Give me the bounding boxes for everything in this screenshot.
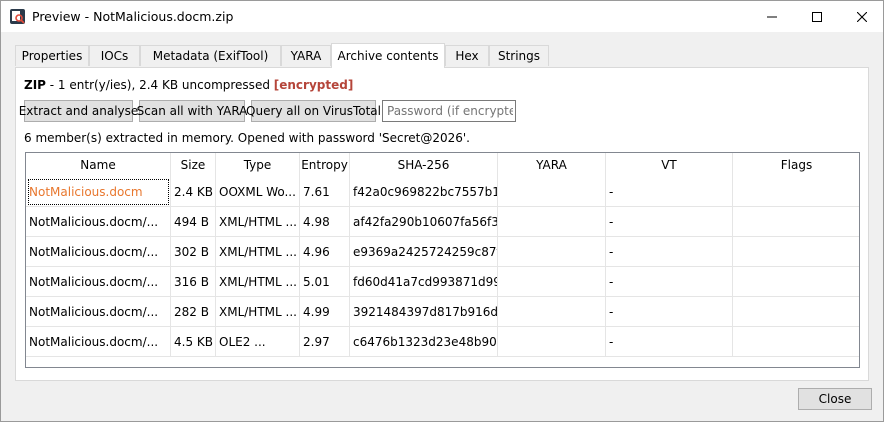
cell-name: NotMalicious.docm/...	[26, 297, 171, 327]
tab-hex[interactable]: Hex	[445, 45, 489, 66]
cell-flags	[733, 267, 859, 297]
column-header-sha256[interactable]: SHA-256	[350, 153, 498, 177]
cell-flags	[733, 237, 859, 267]
minimize-icon	[766, 16, 777, 17]
table-row[interactable]: NotMalicious.docm 2.4 KB OOXML Wo... 7.61 f4…	[26, 177, 859, 207]
minimize-button[interactable]	[749, 1, 794, 32]
cell-yara	[498, 297, 606, 327]
cell-entropy: 4.99	[300, 297, 350, 327]
tab-yara[interactable]: YARA	[281, 45, 331, 66]
cell-vt: -	[606, 177, 733, 207]
cell-vt: -	[606, 267, 733, 297]
cell-flags	[733, 327, 859, 357]
cell-size: 4.5 KB	[171, 327, 216, 357]
cell-type: XML/HTML ...	[216, 237, 300, 267]
archive-summary: ZIP - 1 entr(y/ies), 2.4 KB uncompressed…	[24, 78, 353, 92]
cell-type: XML/HTML ...	[216, 297, 300, 327]
cell-vt: -	[606, 297, 733, 327]
tab-metadata-exiftool[interactable]: Metadata (ExifTool)	[140, 45, 281, 66]
maximize-icon	[811, 11, 822, 22]
cell-size: 494 B	[171, 207, 216, 237]
archive-contents-panel: ZIP - 1 entr(y/ies), 2.4 KB uncompressed…	[15, 67, 869, 381]
cell-yara	[498, 267, 606, 297]
cell-yara	[498, 177, 606, 207]
table-header: Name Size Type Entropy SHA-256 YARA VT F…	[26, 153, 859, 177]
archive-members-table: Name Size Type Entropy SHA-256 YARA VT F…	[25, 152, 860, 368]
column-header-type[interactable]: Type	[216, 153, 300, 177]
cell-entropy: 2.97	[300, 327, 350, 357]
cell-entropy: 5.01	[300, 267, 350, 297]
cell-entropy: 4.98	[300, 207, 350, 237]
cell-type: XML/HTML ...	[216, 267, 300, 297]
table-row[interactable]: NotMalicious.docm/... 282 B XML/HTML ... 4.…	[26, 297, 859, 327]
cell-size: 302 B	[171, 237, 216, 267]
cell-vt: -	[606, 327, 733, 357]
cell-sha256: c6476b1323d23e48b9017...	[350, 327, 498, 357]
column-header-name[interactable]: Name	[26, 153, 171, 177]
encrypted-badge: [encrypted]	[273, 78, 354, 92]
cell-name: NotMalicious.docm	[26, 177, 171, 207]
table-row[interactable]: NotMalicious.docm/... 302 B XML/HTML ... 4.…	[26, 237, 859, 267]
cell-sha256: af42fa290b10607fa56f32...	[350, 207, 498, 237]
cell-sha256: 3921484397d817b916d11...	[350, 297, 498, 327]
column-header-yara[interactable]: YARA	[498, 153, 606, 177]
table-row[interactable]: NotMalicious.docm/... 494 B XML/HTML ... 4.…	[26, 207, 859, 237]
window-title: Preview - NotMalicious.docm.zip	[32, 9, 234, 24]
cell-flags	[733, 177, 859, 207]
cell-flags	[733, 207, 859, 237]
column-header-vt[interactable]: VT	[606, 153, 733, 177]
cell-vt: -	[606, 237, 733, 267]
close-button[interactable]: Close	[798, 388, 872, 410]
table-row[interactable]: NotMalicious.docm/... 316 B XML/HTML ... 5.…	[26, 267, 859, 297]
cell-type: XML/HTML ...	[216, 207, 300, 237]
magnifier-document-icon	[10, 9, 25, 24]
cell-name: NotMalicious.docm/...	[26, 207, 171, 237]
maximize-button[interactable]	[794, 1, 839, 32]
table-row[interactable]: NotMalicious.docm/... 4.5 KB OLE2 ... 2.97 c…	[26, 327, 859, 357]
tab-strings[interactable]: Strings	[489, 45, 549, 66]
password-input[interactable]	[382, 100, 516, 122]
cell-yara	[498, 327, 606, 357]
cell-vt: -	[606, 207, 733, 237]
cell-type: OLE2 ...	[216, 327, 300, 357]
archive-summary-text: - 1 entr(y/ies), 2.4 KB uncompressed	[45, 78, 274, 92]
archive-format: ZIP	[24, 78, 46, 92]
tab-properties[interactable]: Properties	[15, 45, 89, 66]
cell-sha256: e9369a2425724259c87f4...	[350, 237, 498, 267]
column-header-flags[interactable]: Flags	[733, 153, 859, 177]
cell-flags	[733, 297, 859, 327]
tab-iocs[interactable]: IOCs	[89, 45, 140, 66]
cell-sha256: f42a0c969822bc7557b1b...	[350, 177, 498, 207]
cell-entropy: 7.61	[300, 177, 350, 207]
cell-size: 316 B	[171, 267, 216, 297]
cell-size: 2.4 KB	[171, 177, 216, 207]
preview-window: Preview - NotMalicious.docm.zip Properti…	[0, 0, 884, 422]
cell-type: OOXML Wo...	[216, 177, 300, 207]
close-icon	[856, 11, 867, 22]
cell-name: NotMalicious.docm/...	[26, 327, 171, 357]
cell-sha256: fd60d41a7cd993871d995...	[350, 267, 498, 297]
column-header-entropy[interactable]: Entropy	[300, 153, 350, 177]
cell-yara	[498, 207, 606, 237]
title-bar: Preview - NotMalicious.docm.zip	[1, 1, 883, 32]
extract-and-analyse-button[interactable]: Extract and analyse	[19, 100, 138, 122]
cell-entropy: 4.96	[300, 237, 350, 267]
cell-yara	[498, 237, 606, 267]
scan-all-yara-button[interactable]: Scan all with YARA	[137, 100, 247, 122]
cell-size: 282 B	[171, 297, 216, 327]
column-header-size[interactable]: Size	[171, 153, 216, 177]
tab-archive-contents[interactable]: Archive contents	[331, 43, 445, 68]
close-window-button[interactable]	[839, 1, 884, 32]
query-virustotal-button[interactable]: Query all on VirusTotal	[246, 100, 381, 122]
cell-name: NotMalicious.docm/...	[26, 237, 171, 267]
extraction-status: 6 member(s) extracted in memory. Opened …	[24, 131, 470, 145]
cell-name: NotMalicious.docm/...	[26, 267, 171, 297]
